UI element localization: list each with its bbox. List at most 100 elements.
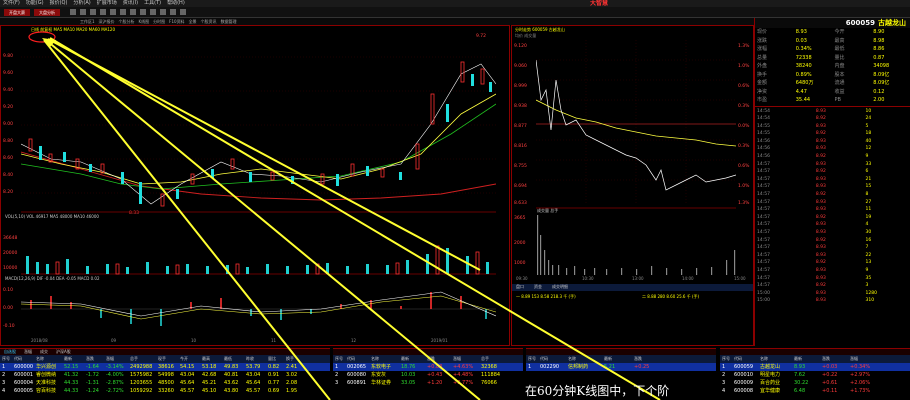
column-header[interactable]: 序号: [526, 355, 538, 363]
menu-item-file[interactable]: 文件(F): [3, 0, 20, 7]
trade-row: 14:57 8.92 6: [755, 168, 910, 176]
menu-item-tools[interactable]: 工具(T): [144, 0, 161, 7]
column-header[interactable]: 序号: [0, 355, 12, 363]
trade-price: 8.93: [815, 252, 826, 258]
quote-label: 流通: [834, 80, 845, 86]
column-header[interactable]: 名称: [758, 355, 792, 363]
tab-trade-detail[interactable]: 成交明细: [552, 284, 568, 291]
trade-row: 14:57 8.93 9: [755, 267, 910, 275]
table-row[interactable]: 1 002065 东软电子 18.76 +0.83 +4.63% 32368: [333, 363, 523, 371]
table-cell: 44.33: [64, 388, 79, 394]
table-cell: 44.33: [64, 380, 79, 386]
tab-intraday[interactable]: 分时图: [153, 18, 165, 25]
tab-quote[interactable]: 深沪报价: [99, 18, 115, 25]
toolbar-icons[interactable]: [70, 8, 510, 17]
column-header[interactable]: 涨幅: [104, 355, 128, 363]
intraday-bottom-tabs: 盘口 资金 成交明细: [512, 284, 753, 291]
column-header[interactable]: 总手: [128, 355, 156, 363]
column-header[interactable]: 名称: [369, 355, 399, 363]
table-row[interactable]: 4 600005 容百科技 44.33 -1.24 -2.72% 1059292 33260 4…: [0, 387, 330, 395]
menu-item-analysis[interactable]: 分析(A): [73, 0, 90, 7]
table-row[interactable]: 3 600891 华林证券 33.05 +1.20 +3.77% 76066: [333, 379, 523, 387]
table-cell: 30.22: [794, 380, 809, 386]
table-row[interactable]: 3 600004 天准科技 44.33 -1.31 -2.87% 1203655 48500 4…: [0, 379, 330, 387]
quote-value: 0.12: [873, 88, 885, 95]
column-header[interactable]: 最低: [222, 355, 244, 363]
column-header[interactable]: 最新: [399, 355, 425, 363]
table-row[interactable]: 2 600080 东安灰 10.03 +0.43 +4.48% 111884: [333, 371, 523, 379]
column-header[interactable]: 涨跌: [820, 355, 848, 363]
tab-handicap[interactable]: 盘口: [516, 284, 524, 291]
intraday-panel[interactable]: 分时走势 600059 古越龙山 均价 成交量 9.120 9.060 8.99…: [511, 25, 754, 346]
table-cell: 1: [2, 364, 6, 370]
table-cell: -1.64: [86, 364, 99, 370]
table-row[interactable]: 3 600009 百合药业 30.22 +0.61 +2.06%: [720, 379, 910, 387]
table-cell: +0.03: [822, 364, 838, 370]
table-cell: +4.63%: [453, 364, 474, 370]
tab-news[interactable]: 个股资讯: [201, 18, 217, 25]
column-header[interactable]: 最高: [200, 355, 222, 363]
toolbar: 开盘大赛 大盘分析: [0, 7, 910, 18]
column-header[interactable]: 换手: [284, 355, 302, 363]
quote-row: 外盘 38240 内盘 34098: [755, 62, 910, 71]
table-row[interactable]: 2 600001 睿创微纳 41.32 -1.72 -4.00% 1575982 54998 4…: [0, 371, 330, 379]
table-cell: +1.20: [427, 380, 443, 386]
column-header[interactable]: 涨幅: [848, 355, 880, 363]
quote-row: 净资 4.47 收益 0.12: [755, 88, 910, 97]
column-header[interactable]: 代码: [345, 355, 369, 363]
tab-data-manage[interactable]: 数据管理: [221, 18, 237, 25]
tab-stock-analysis[interactable]: 个股分析: [119, 18, 135, 25]
column-header[interactable]: 最新: [602, 355, 632, 363]
quote-label: 涨幅: [757, 46, 768, 52]
intraday-price-tick: 8.694: [514, 184, 527, 189]
tab-workspace[interactable]: 工作区1: [80, 18, 95, 25]
column-header[interactable]: 昨收: [244, 355, 266, 363]
table-cell: 53.18: [202, 364, 217, 370]
column-header[interactable]: 代码: [12, 355, 34, 363]
column-header[interactable]: 最新: [792, 355, 820, 363]
menu-item-quote[interactable]: 报价(Q): [50, 0, 68, 7]
table-row[interactable]: 1 002290 信邦制药 5.21 +0.25: [526, 363, 716, 371]
menu-item-news[interactable]: 资讯(I): [123, 0, 138, 7]
column-header[interactable]: 总手: [479, 355, 515, 363]
column-header[interactable]: 序号: [720, 355, 732, 363]
column-header[interactable]: 名称: [566, 355, 602, 363]
tab-f10[interactable]: F10资料: [169, 18, 184, 25]
kline-panel[interactable]: 日线 前复权 MA5 MA10 MA20 MA60 MA120 9.80 9.6…: [0, 25, 510, 346]
column-header[interactable]: 代码: [538, 355, 566, 363]
column-header[interactable]: 名称: [34, 355, 62, 363]
quote-value: 8.86: [873, 46, 885, 52]
table-cell: +0.43: [427, 372, 443, 378]
column-header[interactable]: 最新: [62, 355, 84, 363]
table-row[interactable]: 4 600008 宜华健康 6.48 +0.11 +1.73%: [720, 387, 910, 395]
table-row[interactable]: 2 600010 明星电力 7.62 +0.22 +2.97%: [720, 371, 910, 379]
contest-button[interactable]: 开盘大赛: [4, 9, 30, 16]
column-header[interactable]: 代码: [732, 355, 758, 363]
menu-item-help[interactable]: 帮助(H): [167, 0, 185, 7]
column-header[interactable]: 现手: [156, 355, 178, 363]
table-cell: 1.95: [286, 388, 298, 394]
order-row: 二 8.88 280 8.60 25.6 千 (手): [642, 294, 700, 299]
column-header[interactable]: 涨幅: [451, 355, 479, 363]
menu-item-function[interactable]: 功能(G): [26, 0, 44, 7]
trade-row: 14:57 8.93 35: [755, 275, 910, 283]
table-row[interactable]: 1 600000 华兴源创 52.15 -1.64 -3.14% 2492988 38616 5…: [0, 363, 330, 371]
column-header[interactable]: 量比: [266, 355, 284, 363]
menu-item-extended[interactable]: 扩展市场: [97, 0, 117, 7]
table-cell: 1059292: [130, 388, 153, 394]
table-cell: 信邦制药: [568, 364, 589, 370]
column-header[interactable]: 涨跌: [425, 355, 451, 363]
table-row[interactable]: 1 600059 古越龙山 8.93 +0.03 +0.34%: [720, 363, 910, 371]
market-analysis-button[interactable]: 大盘分析: [34, 9, 60, 16]
kline-chart[interactable]: [21, 34, 496, 339]
intraday-chart[interactable]: [536, 40, 736, 276]
trade-row: 14:57 8.93 15: [755, 183, 910, 191]
tab-kline[interactable]: K线图: [139, 18, 150, 25]
trade-row: 14:57 8.93 22: [755, 252, 910, 260]
column-header[interactable]: 今开: [178, 355, 200, 363]
tab-panorama[interactable]: 全景: [189, 18, 197, 25]
column-header[interactable]: 涨跌: [84, 355, 104, 363]
column-header[interactable]: 涨跌: [632, 355, 662, 363]
tab-capital[interactable]: 资金: [534, 284, 542, 291]
column-header[interactable]: 序号: [333, 355, 345, 363]
